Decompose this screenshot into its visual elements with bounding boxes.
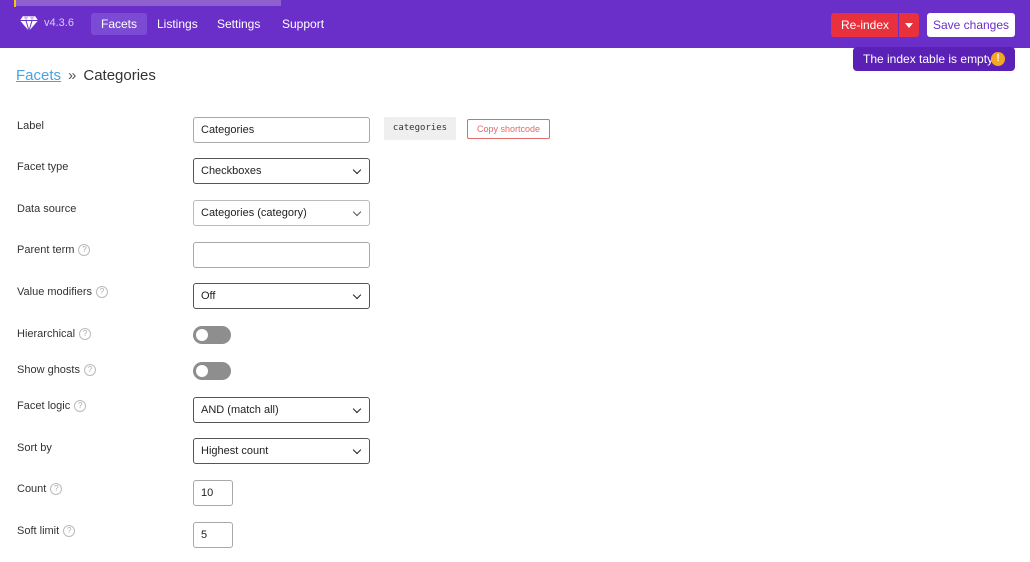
toggle-knob [196, 365, 208, 377]
breadcrumb-current: Categories [83, 67, 156, 84]
value-modifiers-select[interactable]: Off [193, 283, 370, 309]
show-ghosts-label: Show ghosts? [17, 364, 96, 376]
breadcrumb-facets-link[interactable]: Facets [16, 67, 61, 84]
help-icon[interactable]: ? [50, 483, 63, 495]
sort-by-label: Sort by [17, 442, 52, 454]
toggle-knob [196, 329, 208, 341]
soft-limit-input[interactable]: 5 [193, 522, 233, 548]
facet-logic-select[interactable]: AND (match all) [193, 397, 370, 423]
help-icon[interactable]: ? [74, 400, 87, 412]
nav-settings[interactable]: Settings [207, 13, 270, 35]
parent-term-label: Parent term? [17, 244, 91, 256]
nav-listings[interactable]: Listings [147, 13, 208, 35]
soft-limit-label: Soft limit? [17, 525, 76, 537]
label-input[interactable]: Categories [193, 117, 370, 143]
hierarchical-toggle[interactable] [193, 326, 231, 344]
shortcode-display: categories [384, 117, 456, 140]
facet-logic-label: Facet logic? [17, 400, 87, 412]
reindex-button[interactable]: Re-index [831, 13, 898, 37]
breadcrumb: Facets » Categories [16, 67, 156, 84]
facet-type-select[interactable]: Checkboxes [193, 158, 370, 184]
nav-facets[interactable]: Facets [91, 13, 148, 35]
show-ghosts-toggle[interactable] [193, 362, 231, 380]
save-changes-button[interactable]: Save changes [927, 13, 1015, 37]
count-input[interactable]: 10 [193, 480, 233, 506]
tooltip-text: The index table is empty [863, 52, 994, 66]
count-label: Count? [17, 483, 63, 495]
hierarchical-label: Hierarchical? [17, 328, 92, 340]
facet-type-label: Facet type [17, 161, 69, 173]
sort-by-select[interactable]: Highest count [193, 438, 370, 464]
help-icon[interactable]: ? [79, 328, 92, 340]
copy-shortcode-button[interactable]: Copy shortcode [467, 119, 550, 139]
help-icon[interactable]: ? [96, 286, 108, 298]
version-label: v4.3.6 [44, 17, 74, 29]
help-icon[interactable]: ? [78, 244, 91, 256]
index-empty-tooltip: The index table is empty ! [853, 47, 1015, 71]
breadcrumb-separator: » [68, 67, 77, 84]
nav-support[interactable]: Support [272, 13, 334, 35]
value-modifiers-label: Value modifiers? [17, 286, 108, 298]
reindex-dropdown-button[interactable] [899, 13, 919, 37]
accent-highlight [16, 0, 281, 6]
diamond-logo-icon [20, 16, 38, 31]
data-source-select[interactable]: Categories (category) [193, 200, 370, 226]
label-field-label: Label [17, 120, 44, 132]
parent-term-input[interactable] [193, 242, 370, 268]
data-source-label: Data source [17, 203, 77, 215]
top-bar: v4.3.6 Facets Listings Settings Support … [0, 0, 1030, 48]
help-icon[interactable]: ? [63, 525, 76, 537]
warning-icon: ! [991, 52, 1005, 66]
help-icon[interactable]: ? [83, 364, 96, 376]
